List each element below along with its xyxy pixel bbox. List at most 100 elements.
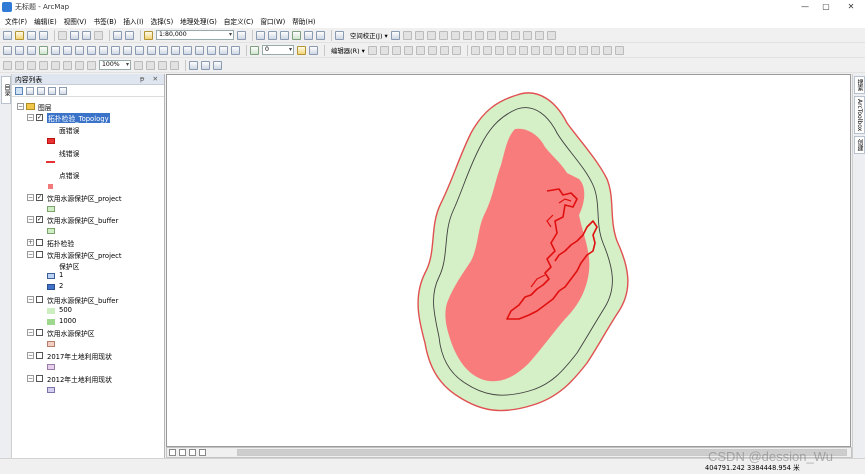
delete-link-icon[interactable] — [498, 30, 508, 40]
data-driven-pages-icon[interactable] — [170, 60, 179, 70]
layout-forward-icon[interactable] — [87, 60, 96, 70]
error-inspector-icon[interactable] — [518, 45, 528, 55]
layer-visibility-checkbox[interactable] — [36, 375, 43, 382]
delete-icon[interactable] — [94, 30, 103, 40]
undo-icon[interactable] — [113, 30, 122, 40]
cut-icon[interactable] — [58, 30, 67, 40]
new-displacement-icon[interactable] — [522, 30, 532, 40]
time-slider-icon[interactable] — [219, 45, 228, 55]
edit-vertices-icon[interactable] — [367, 45, 377, 55]
clear-links-icon[interactable] — [510, 30, 520, 40]
arctoolbox-dock-tab[interactable]: ArcToolbox — [854, 96, 865, 135]
toc-options-icon[interactable] — [59, 86, 67, 95]
align-edge-icon[interactable] — [566, 45, 576, 55]
layout-full-icon[interactable] — [39, 60, 48, 70]
layer-visibility-checkbox[interactable] — [36, 352, 43, 359]
link-tool-icon[interactable] — [414, 30, 424, 40]
layout-pan-icon[interactable] — [27, 60, 36, 70]
pause-drawing-icon[interactable] — [199, 449, 206, 456]
rotate-icon[interactable] — [415, 45, 425, 55]
validate-extent-icon[interactable] — [590, 45, 600, 55]
page-zoom-icon[interactable] — [201, 60, 210, 70]
map-canvas[interactable] — [167, 75, 852, 448]
layer-visibility-checkbox[interactable] — [36, 251, 43, 258]
root-expander[interactable]: − — [17, 103, 24, 110]
save-icon[interactable] — [27, 30, 36, 40]
layer-visibility-checkbox[interactable]: ✓ — [36, 194, 43, 201]
layer-visibility-checkbox[interactable] — [36, 239, 43, 246]
layout-zoom-combo[interactable]: 100% — [99, 60, 131, 70]
validate-icon[interactable] — [494, 45, 504, 55]
menu-geoprocessing[interactable]: 地理处理(G) — [180, 16, 217, 26]
layer-expander[interactable]: + — [27, 239, 34, 246]
menu-file[interactable]: 文件(F) — [5, 16, 27, 26]
editor-menu[interactable]: 编辑器(R) ▾ — [331, 46, 365, 55]
layer-name[interactable]: 饮用水源保护区_buffer — [47, 215, 118, 225]
html-popup-icon[interactable] — [159, 45, 168, 55]
redo-icon[interactable] — [125, 30, 134, 40]
map-view[interactable] — [166, 74, 851, 447]
open-icon[interactable] — [15, 30, 24, 40]
edit-tool-icon[interactable] — [390, 30, 400, 40]
search-dock-tab[interactable]: 搜索 — [854, 76, 865, 94]
show-shared-icon[interactable] — [554, 45, 564, 55]
layout-back-icon[interactable] — [75, 60, 84, 70]
layer-expander[interactable]: − — [27, 329, 34, 336]
python-icon[interactable] — [304, 30, 313, 40]
pan-icon[interactable] — [27, 45, 36, 55]
adjust-preview-icon[interactable] — [474, 30, 484, 40]
list-by-drawing-order-icon[interactable] — [15, 86, 23, 95]
layer-name[interactable]: 拓扑检验_Topology — [47, 113, 110, 123]
layer-name[interactable]: 2017年土地利用现状 — [47, 351, 112, 361]
layout-fixed-in-icon[interactable] — [51, 60, 60, 70]
multi-link-icon[interactable] — [486, 30, 496, 40]
list-by-selection-icon[interactable] — [48, 86, 56, 95]
scale-combo[interactable]: 1:80,000 — [156, 30, 234, 40]
flag-icon[interactable] — [297, 45, 306, 55]
topology-edit-icon[interactable] — [470, 45, 480, 55]
page-icon[interactable] — [189, 60, 198, 70]
reshape-icon[interactable] — [379, 45, 389, 55]
print-icon[interactable] — [39, 30, 48, 40]
sketch-properties-icon[interactable] — [439, 45, 449, 55]
menu-help[interactable]: 帮助(H) — [292, 16, 315, 26]
find-icon[interactable] — [183, 45, 192, 55]
identify-icon[interactable] — [135, 45, 144, 55]
measure-icon[interactable] — [171, 45, 180, 55]
layer-visibility-checkbox[interactable] — [36, 329, 43, 336]
geocode-icon[interactable] — [309, 45, 318, 55]
layer-expander[interactable]: − — [27, 114, 34, 121]
clear-selection-icon[interactable] — [111, 45, 120, 55]
construct-features-icon[interactable] — [530, 45, 540, 55]
menu-bookmarks[interactable]: 书签(B) — [93, 16, 116, 26]
limited-adjust-icon[interactable] — [534, 30, 544, 40]
layout-fixed-out-icon[interactable] — [63, 60, 72, 70]
list-by-visibility-icon[interactable] — [37, 86, 45, 95]
list-by-source-icon[interactable] — [26, 86, 34, 95]
arctoolbox-icon[interactable] — [292, 30, 301, 40]
full-extent-icon[interactable] — [39, 45, 48, 55]
close-button[interactable]: ✕ — [837, 0, 865, 14]
catalog-icon[interactable] — [268, 30, 277, 40]
go-to-xy-icon[interactable] — [207, 45, 216, 55]
copy-icon[interactable] — [70, 30, 79, 40]
catalog-dock-tab[interactable]: 目录 — [1, 76, 11, 104]
layer-name[interactable]: 拓扑检验 — [47, 238, 74, 248]
link-table-icon[interactable] — [426, 30, 436, 40]
change-layout-icon[interactable] — [158, 60, 167, 70]
select-elements-icon[interactable] — [123, 45, 132, 55]
focus-frame-icon[interactable] — [146, 60, 155, 70]
layer-expander[interactable]: − — [27, 352, 34, 359]
generalize-icon[interactable] — [578, 45, 588, 55]
new-document-icon[interactable] — [3, 30, 12, 40]
refresh-icon[interactable] — [189, 449, 196, 456]
toggle-draft-icon[interactable] — [134, 60, 143, 70]
shared-features-icon[interactable] — [482, 45, 492, 55]
cut-polygons-icon[interactable] — [391, 45, 401, 55]
planarize-icon[interactable] — [542, 45, 552, 55]
topology-tools-icon[interactable] — [614, 45, 624, 55]
layer-visibility-checkbox[interactable]: ✓ — [36, 216, 43, 223]
layer-visibility-checkbox[interactable]: ✓ — [36, 114, 43, 121]
menu-insert[interactable]: 插入(I) — [123, 16, 143, 26]
georef-icon[interactable] — [335, 30, 344, 40]
